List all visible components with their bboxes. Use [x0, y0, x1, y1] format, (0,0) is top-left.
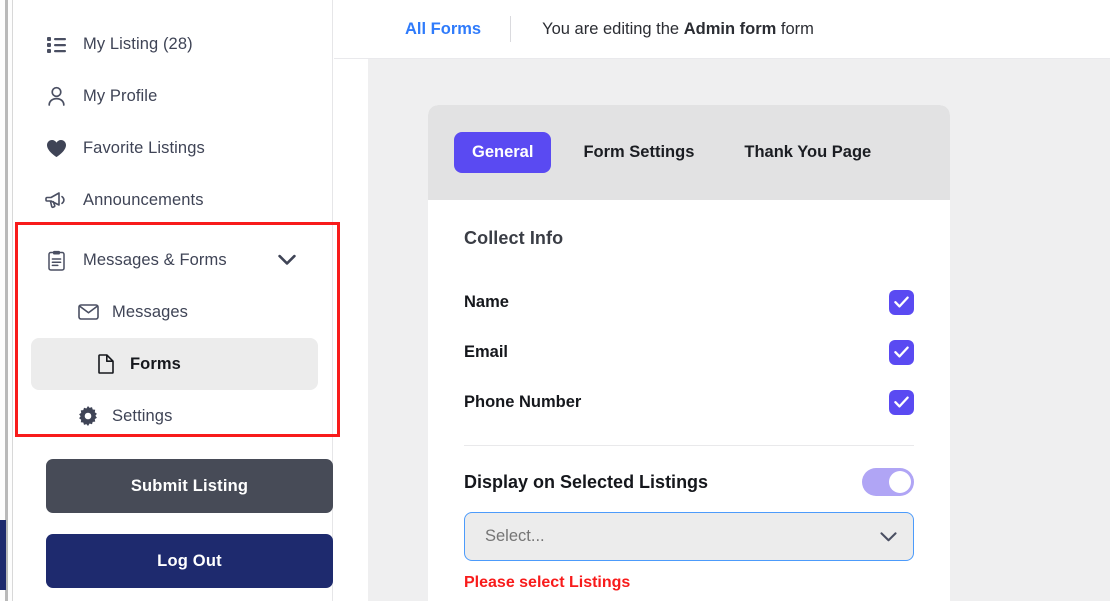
checkbox-name[interactable]	[889, 290, 914, 315]
topbar-divider	[510, 16, 511, 42]
display-on-selected-listings-row: Display on Selected Listings	[464, 468, 914, 496]
listings-error-message: Please select Listings	[464, 574, 914, 592]
sidebar-item-my-profile[interactable]: My Profile	[13, 70, 332, 122]
sidebar-item-label: Favorite Listings	[83, 139, 205, 158]
sidebar-item-label: Settings	[112, 407, 172, 426]
main-content: All Forms You are editing the Admin form…	[334, 0, 1110, 601]
chevron-down-icon[interactable]	[880, 532, 897, 542]
user-icon	[45, 85, 67, 107]
listings-select-placeholder: Select...	[485, 527, 545, 546]
envelope-icon	[77, 301, 99, 323]
sidebar-group-label: Messages & Forms	[83, 251, 227, 270]
sidebar-item-my-listing[interactable]: My Listing (28)	[13, 18, 332, 70]
heart-icon	[45, 137, 67, 159]
sidebar-item-settings[interactable]: Settings	[13, 390, 332, 442]
chevron-down-icon[interactable]	[278, 255, 296, 266]
section-divider	[464, 445, 914, 446]
sidebar: My Listing (28) My Profile Favorite List…	[13, 0, 333, 601]
submit-listing-button[interactable]: Submit Listing	[46, 459, 333, 513]
list-icon	[45, 33, 67, 55]
editing-prefix: You are editing the	[542, 20, 684, 38]
sidebar-item-label: My Listing (28)	[83, 35, 193, 54]
field-label: Phone Number	[464, 393, 581, 412]
listings-select[interactable]: Select...	[464, 512, 914, 561]
page-edge-scrollbar[interactable]	[0, 0, 13, 601]
collect-info-row-email: Email	[464, 327, 914, 377]
editing-suffix: form	[776, 20, 814, 38]
edge-accent-sliver	[0, 520, 6, 590]
collect-info-title: Collect Info	[464, 228, 914, 249]
top-bar: All Forms You are editing the Admin form…	[334, 0, 1110, 59]
checkbox-phone-number[interactable]	[889, 390, 914, 415]
sidebar-item-label: Announcements	[83, 191, 204, 210]
clipboard-icon	[45, 249, 67, 271]
tab-thank-you-page[interactable]: Thank You Page	[726, 132, 889, 173]
log-out-button[interactable]: Log Out	[46, 534, 333, 588]
checkbox-email[interactable]	[889, 340, 914, 365]
sidebar-item-label: My Profile	[83, 87, 157, 106]
field-label: Email	[464, 343, 508, 362]
display-toggle-label: Display on Selected Listings	[464, 472, 708, 493]
editor-canvas: General Form Settings Thank You Page Col…	[368, 59, 1110, 601]
card-tab-bar: General Form Settings Thank You Page	[428, 105, 950, 200]
field-label: Name	[464, 293, 509, 312]
card-body: Collect Info Name Email	[428, 200, 950, 592]
sidebar-item-label: Messages	[112, 303, 188, 322]
display-on-selected-listings-toggle[interactable]	[862, 468, 914, 496]
document-icon	[95, 353, 117, 375]
sidebar-item-label: Forms	[130, 355, 181, 374]
app-root: My Listing (28) My Profile Favorite List…	[0, 0, 1110, 601]
form-editor-card: General Form Settings Thank You Page Col…	[428, 105, 950, 601]
collect-info-row-phone-number: Phone Number	[464, 377, 914, 427]
sidebar-item-announcements[interactable]: Announcements	[13, 174, 332, 226]
sidebar-item-messages[interactable]: Messages	[13, 286, 332, 338]
sidebar-item-forms[interactable]: Forms	[31, 338, 318, 390]
all-forms-link[interactable]: All Forms	[405, 20, 481, 39]
editing-form-name: Admin form	[684, 20, 777, 38]
sidebar-group-messages-and-forms[interactable]: Messages & Forms	[13, 234, 332, 286]
sidebar-item-favorite-listings[interactable]: Favorite Listings	[13, 122, 332, 174]
editing-status-text: You are editing the Admin form form	[542, 20, 814, 39]
gear-icon	[77, 405, 99, 427]
megaphone-icon	[45, 189, 67, 211]
tab-general[interactable]: General	[454, 132, 551, 173]
toggle-knob	[889, 471, 911, 493]
tab-form-settings[interactable]: Form Settings	[565, 132, 712, 173]
collect-info-row-name: Name	[464, 277, 914, 327]
